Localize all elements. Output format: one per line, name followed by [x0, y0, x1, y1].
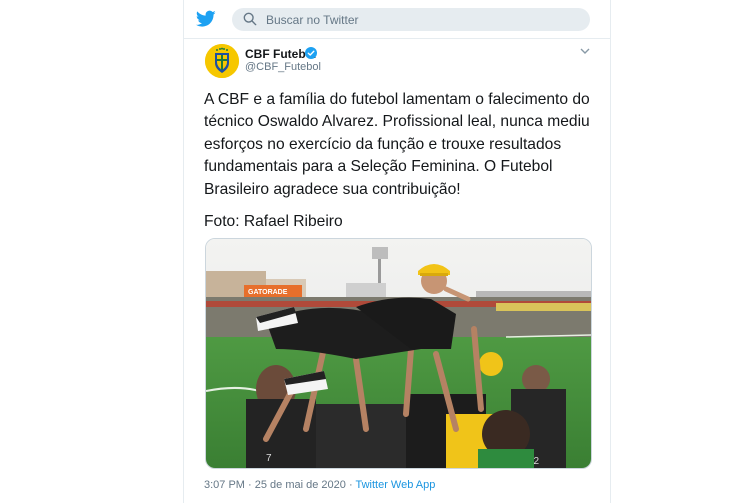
avatar[interactable] [205, 44, 239, 78]
photo-credit: Foto: Rafael Ribeiro [204, 213, 343, 230]
cbf-crest-logo [205, 44, 239, 78]
shirt-number-left: 7 [266, 453, 272, 464]
tweet-source-link[interactable]: Twitter Web App [355, 479, 435, 491]
search-input[interactable] [266, 8, 566, 31]
tweet-time[interactable]: 3:07 PM [204, 479, 245, 491]
author-handle[interactable]: @CBF_Futebol [245, 61, 321, 73]
tweet-date[interactable]: 25 de mai de 2020 [255, 479, 346, 491]
chevron-down-icon[interactable] [580, 47, 590, 55]
column-border-right [610, 0, 611, 503]
verified-badge-icon [305, 47, 317, 59]
tweet-photo[interactable]: GATORADE 22 7 [205, 238, 592, 469]
gatorade-sign: GATORADE [248, 289, 288, 296]
tweet-text: A CBF e a família do futebol lamentam o … [204, 91, 590, 198]
tweet-meta: 3:07 PM · 25 de mai de 2020 · Twitter We… [204, 479, 435, 491]
search-icon [243, 12, 257, 26]
tweet-card[interactable]: CBF Futebol @CBF_Futebol A CBF e a famíl… [184, 39, 610, 503]
meta-separator: · [244, 479, 255, 491]
search-box[interactable] [232, 8, 590, 31]
twitter-bird-icon[interactable] [196, 10, 216, 28]
celebration-photo: GATORADE 22 7 [206, 239, 591, 468]
